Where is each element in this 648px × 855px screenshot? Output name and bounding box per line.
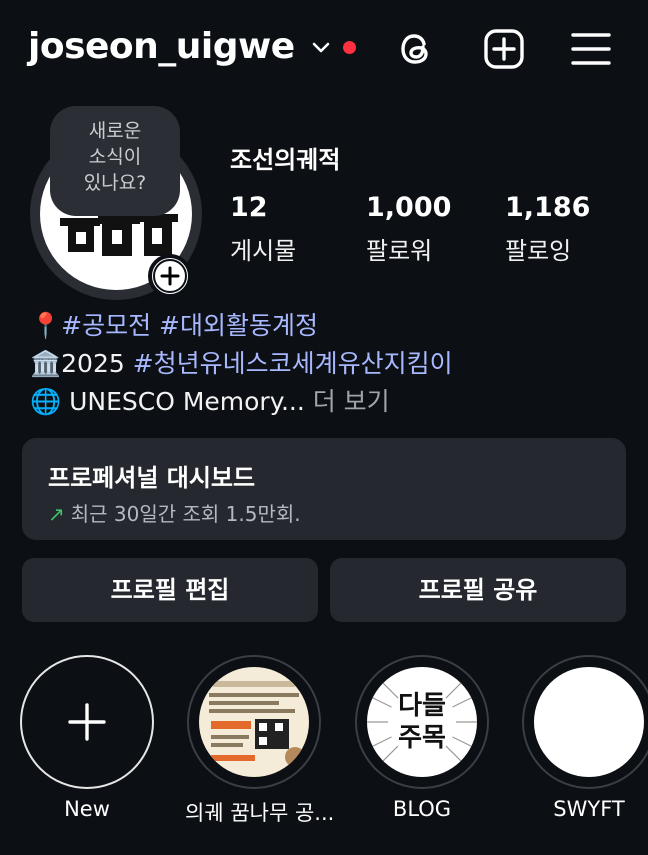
bio-line-2: 🏛️2025 #청년유네스코세계유산지킴이 (30, 344, 453, 380)
highlight-item[interactable]: SWYFT (520, 655, 648, 821)
dashboard-subtitle: ↗ 최근 30일간 조회 1.5만회. (48, 498, 301, 527)
highlight-cover-poster (199, 667, 309, 777)
highlight-new[interactable]: New (18, 655, 156, 821)
bio-text: UNESCO Memory... (61, 387, 305, 416)
highlight-circle (20, 655, 154, 789)
cover-text: 다들 (398, 691, 446, 721)
top-bar: joseon_uigwe (0, 0, 648, 96)
globe-icon: 🌐 (30, 387, 62, 416)
highlight-circle (522, 655, 648, 789)
highlight-cover-announcement: 다들 주목 (367, 667, 477, 777)
highlight-item[interactable]: 의궤 꿈나무 공... (185, 655, 335, 827)
burst-lines-icon (367, 667, 477, 777)
stat-value: 1,000 (366, 192, 452, 223)
stat-label: 팔로잉 (505, 237, 572, 265)
bio-text: 2025 (61, 349, 133, 378)
highlight-item[interactable]: 다들 주목 BLOG (353, 655, 491, 821)
highlight-circle: 다들 주목 (355, 655, 489, 789)
edit-profile-button[interactable]: 프로필 편집 (22, 558, 318, 622)
cover-text: 주목 (398, 723, 446, 753)
poster-thumbnail-icon (209, 681, 305, 767)
plus-icon (153, 259, 187, 293)
hashtag-link[interactable]: #공모전 (61, 311, 151, 340)
notification-dot (343, 41, 356, 54)
note-line: 소식이 (88, 146, 142, 168)
bio-line-1: 📍#공모전 #대외활동계정 (30, 306, 318, 342)
professional-dashboard-card[interactable]: 프로페셔널 대시보드 ↗ 최근 30일간 조회 1.5만회. (22, 438, 626, 540)
highlight-circle (187, 655, 321, 789)
add-story-button[interactable] (148, 254, 192, 298)
plus-icon (68, 703, 106, 741)
stat-posts[interactable]: 12 게시물 (230, 192, 296, 266)
hashtag-link[interactable]: #청년유네스코세계유산지킴이 (133, 349, 453, 378)
highlight-label: New (64, 797, 110, 821)
note-bubble[interactable]: 새로운 소식이 있나요? (50, 106, 180, 216)
stat-label: 게시물 (230, 237, 297, 265)
bio-line-3: 🌐 UNESCO Memory... 더 보기 (30, 382, 390, 418)
menu-icon[interactable] (570, 28, 612, 70)
create-post-icon[interactable] (483, 28, 525, 70)
note-line: 있나요? (83, 172, 147, 194)
stat-following[interactable]: 1,186 팔로잉 (505, 192, 590, 266)
stat-followers[interactable]: 1,000 팔로워 (366, 192, 451, 266)
stat-value: 1,186 (505, 192, 591, 223)
more-link[interactable]: 더 보기 (305, 387, 390, 416)
share-profile-button[interactable]: 프로필 공유 (330, 558, 626, 622)
dashboard-title: 프로페셔널 대시보드 (48, 464, 256, 492)
note-line: 새로운 (88, 120, 142, 142)
building-icon: 🏛️ (30, 349, 62, 378)
trend-up-icon: ↗ (48, 502, 65, 526)
chevron-down-icon[interactable] (312, 42, 330, 54)
display-name: 조선의궤적 (230, 146, 341, 174)
highlight-cover-blank (534, 667, 644, 777)
threads-icon[interactable] (395, 28, 437, 70)
account-username[interactable]: joseon_uigwe (28, 26, 295, 67)
highlight-label: BLOG (392, 797, 452, 821)
stat-label: 팔로워 (366, 237, 433, 265)
pin-icon: 📍 (30, 311, 62, 340)
stat-value: 12 (230, 192, 268, 223)
highlight-label: SWYFT (553, 797, 625, 821)
dashboard-views-text: 최근 30일간 조회 1.5만회. (70, 502, 301, 526)
highlight-label: 의궤 꿈나무 공... (185, 801, 335, 825)
hashtag-link[interactable]: #대외활동계정 (159, 311, 318, 340)
